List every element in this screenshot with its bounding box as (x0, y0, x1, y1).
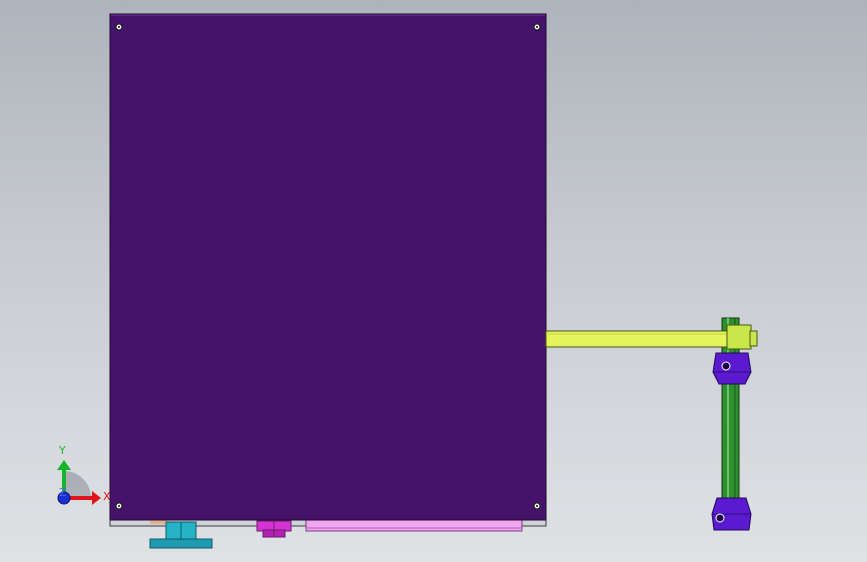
cad-viewport[interactable]: Y X Z (0, 0, 867, 562)
cad-model-canvas[interactable] (0, 0, 867, 562)
top-clamp (712, 352, 752, 385)
bottom-rail (305, 519, 523, 532)
purple-panel[interactable] (109, 13, 547, 521)
triad-y-label: Y (59, 444, 66, 457)
triad-x-label: X (103, 490, 111, 503)
bottom-clamp (711, 497, 752, 531)
triad-z-label: Z (59, 486, 67, 499)
magenta-fitting (256, 520, 292, 538)
